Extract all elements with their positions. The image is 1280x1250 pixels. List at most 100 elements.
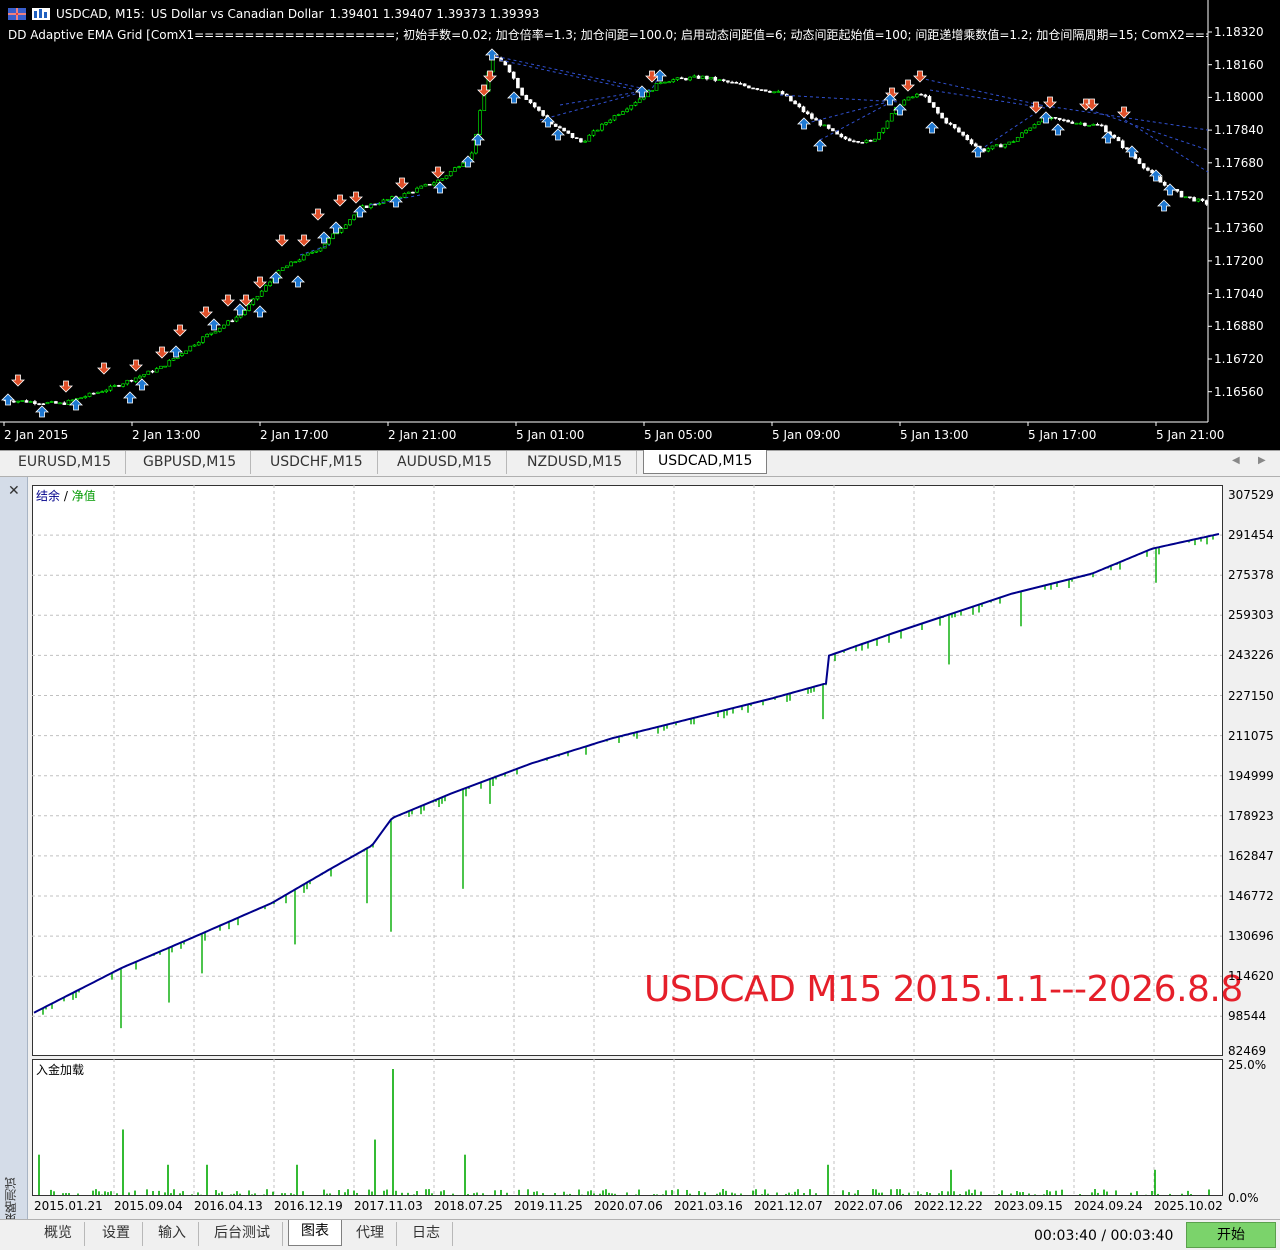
- candle-body: [952, 124, 957, 129]
- candle-body: [621, 111, 625, 115]
- candle-body: [654, 83, 659, 91]
- close-icon[interactable]: ✕: [8, 483, 20, 499]
- candle-body: [125, 379, 130, 385]
- candle-body: [440, 178, 445, 181]
- buy-arrow-icon: [35, 405, 49, 418]
- candle-body: [927, 96, 932, 103]
- candle-body: [768, 90, 772, 93]
- tab-audusd[interactable]: AUDUSD,M15: [383, 451, 507, 474]
- equity-tick-label: 114620: [1228, 969, 1274, 984]
- sell-arrow-icon: [1117, 106, 1131, 119]
- candle-body: [889, 113, 894, 122]
- scroll-right-icon[interactable]: ▶: [1258, 455, 1266, 466]
- buy-arrow-icon: [797, 117, 811, 130]
- candle-body: [444, 175, 449, 179]
- candle-body: [524, 94, 529, 100]
- tab-nzdusd[interactable]: NZDUSD,M15: [513, 451, 638, 474]
- candle-body: [1116, 137, 1121, 142]
- candle-body: [906, 96, 911, 101]
- equity-tick-label: 227150: [1228, 688, 1274, 703]
- tab-gbpusd[interactable]: GBPUSD,M15: [129, 451, 252, 474]
- chart-mode-icon[interactable]: [32, 8, 50, 20]
- candle-body: [280, 267, 285, 271]
- buy-arrow-icon: [253, 305, 267, 318]
- legend-separator: /: [60, 489, 72, 503]
- tester-tab-bar: 概览 设置 输入 后台测试 图表 代理 日志 00:03:40 / 00:03:…: [0, 1219, 1280, 1250]
- candle-body: [579, 138, 583, 143]
- buy-arrow-icon: [971, 145, 985, 158]
- chart-header: USDCAD, M15: US Dollar vs Canadian Dolla…: [8, 6, 539, 22]
- indicator-label: DD Adaptive EMA Grid [ComX1=============…: [8, 28, 1208, 42]
- candle-body: [671, 79, 676, 83]
- tab-settings[interactable]: 设置: [90, 1222, 143, 1246]
- tab-inputs[interactable]: 输入: [146, 1222, 199, 1246]
- candle-body: [684, 78, 688, 81]
- candle-body: [612, 115, 617, 121]
- candle-body: [398, 196, 403, 199]
- candle-body: [910, 96, 915, 99]
- candle-body: [1091, 124, 1096, 126]
- candle-body: [49, 401, 54, 403]
- tab-eurusd[interactable]: EURUSD,M15: [4, 451, 127, 474]
- candle-body: [562, 127, 566, 132]
- buy-arrow-icon: [1051, 123, 1065, 136]
- tab-journal[interactable]: 日志: [400, 1222, 453, 1246]
- sell-arrow-icon: [431, 166, 445, 179]
- candle-body: [129, 379, 134, 382]
- buy-arrow-icon: [813, 139, 827, 152]
- buy-arrow-icon: [1, 393, 15, 406]
- candle-body: [91, 392, 96, 395]
- scroll-left-icon[interactable]: ◀: [1232, 455, 1240, 466]
- tab-agents[interactable]: 代理: [344, 1222, 397, 1246]
- candle-body: [801, 106, 806, 113]
- candle-body: [948, 122, 953, 125]
- candle-body: [1070, 121, 1075, 124]
- candle-body: [259, 290, 264, 297]
- candle-body: [188, 345, 193, 352]
- tester-side-strip: ✕ 策略测试: [0, 477, 28, 1225]
- candle-body: [721, 79, 726, 82]
- buy-arrow-icon: [433, 181, 447, 194]
- tab-background-test[interactable]: 后台测试: [202, 1222, 283, 1246]
- candle-body: [973, 143, 978, 147]
- tab-chart[interactable]: 图表: [288, 1220, 342, 1246]
- price-tick-label: 1.17680: [1214, 155, 1264, 170]
- candle-body: [1099, 124, 1104, 127]
- candle-body: [419, 185, 424, 189]
- price-chart[interactable]: USDCAD, M15: US Dollar vs Canadian Dolla…: [0, 0, 1280, 450]
- candle-body: [868, 139, 873, 142]
- tab-overview[interactable]: 概览: [32, 1222, 85, 1246]
- candle-body: [990, 145, 995, 150]
- equity-tick-label: 211075: [1228, 728, 1274, 743]
- candle-body: [205, 334, 209, 338]
- price-tick-label: 1.17040: [1214, 286, 1264, 301]
- candle-body: [1104, 125, 1108, 133]
- candle-body: [730, 81, 734, 84]
- date-tick-label: 2016.12.19: [274, 1199, 343, 1213]
- candle-body: [16, 400, 20, 403]
- overlay-title: USDCAD M15 2015.1.1---2026.8.8: [644, 969, 1243, 1010]
- candle-body: [969, 139, 974, 145]
- candle-body: [831, 128, 835, 132]
- elapsed-timer: 00:03:40 / 00:03:40: [1034, 1228, 1174, 1244]
- buy-arrow-icon: [485, 48, 499, 61]
- candle-body: [427, 183, 432, 186]
- tab-usdcad[interactable]: USDCAD,M15: [643, 450, 768, 474]
- tab-usdchf[interactable]: USDCHF,M15: [256, 451, 378, 474]
- candle-body: [159, 365, 163, 369]
- candle-body: [1200, 198, 1205, 201]
- candle-body: [759, 89, 764, 91]
- candle-body: [402, 193, 407, 198]
- legend-equity: 净值: [71, 489, 96, 503]
- candle-body: [1162, 181, 1167, 186]
- candle-body: [847, 138, 852, 142]
- candle-body: [310, 251, 314, 254]
- candle-body: [1146, 167, 1150, 171]
- candle-body: [507, 64, 512, 73]
- candle-body: [104, 389, 109, 392]
- start-button[interactable]: 开始: [1186, 1222, 1276, 1248]
- candle-body: [629, 104, 634, 110]
- candle-body: [167, 360, 172, 367]
- date-tick-label: 2024.09.24: [1074, 1199, 1143, 1213]
- grid-target-lines: [299, 54, 1209, 256]
